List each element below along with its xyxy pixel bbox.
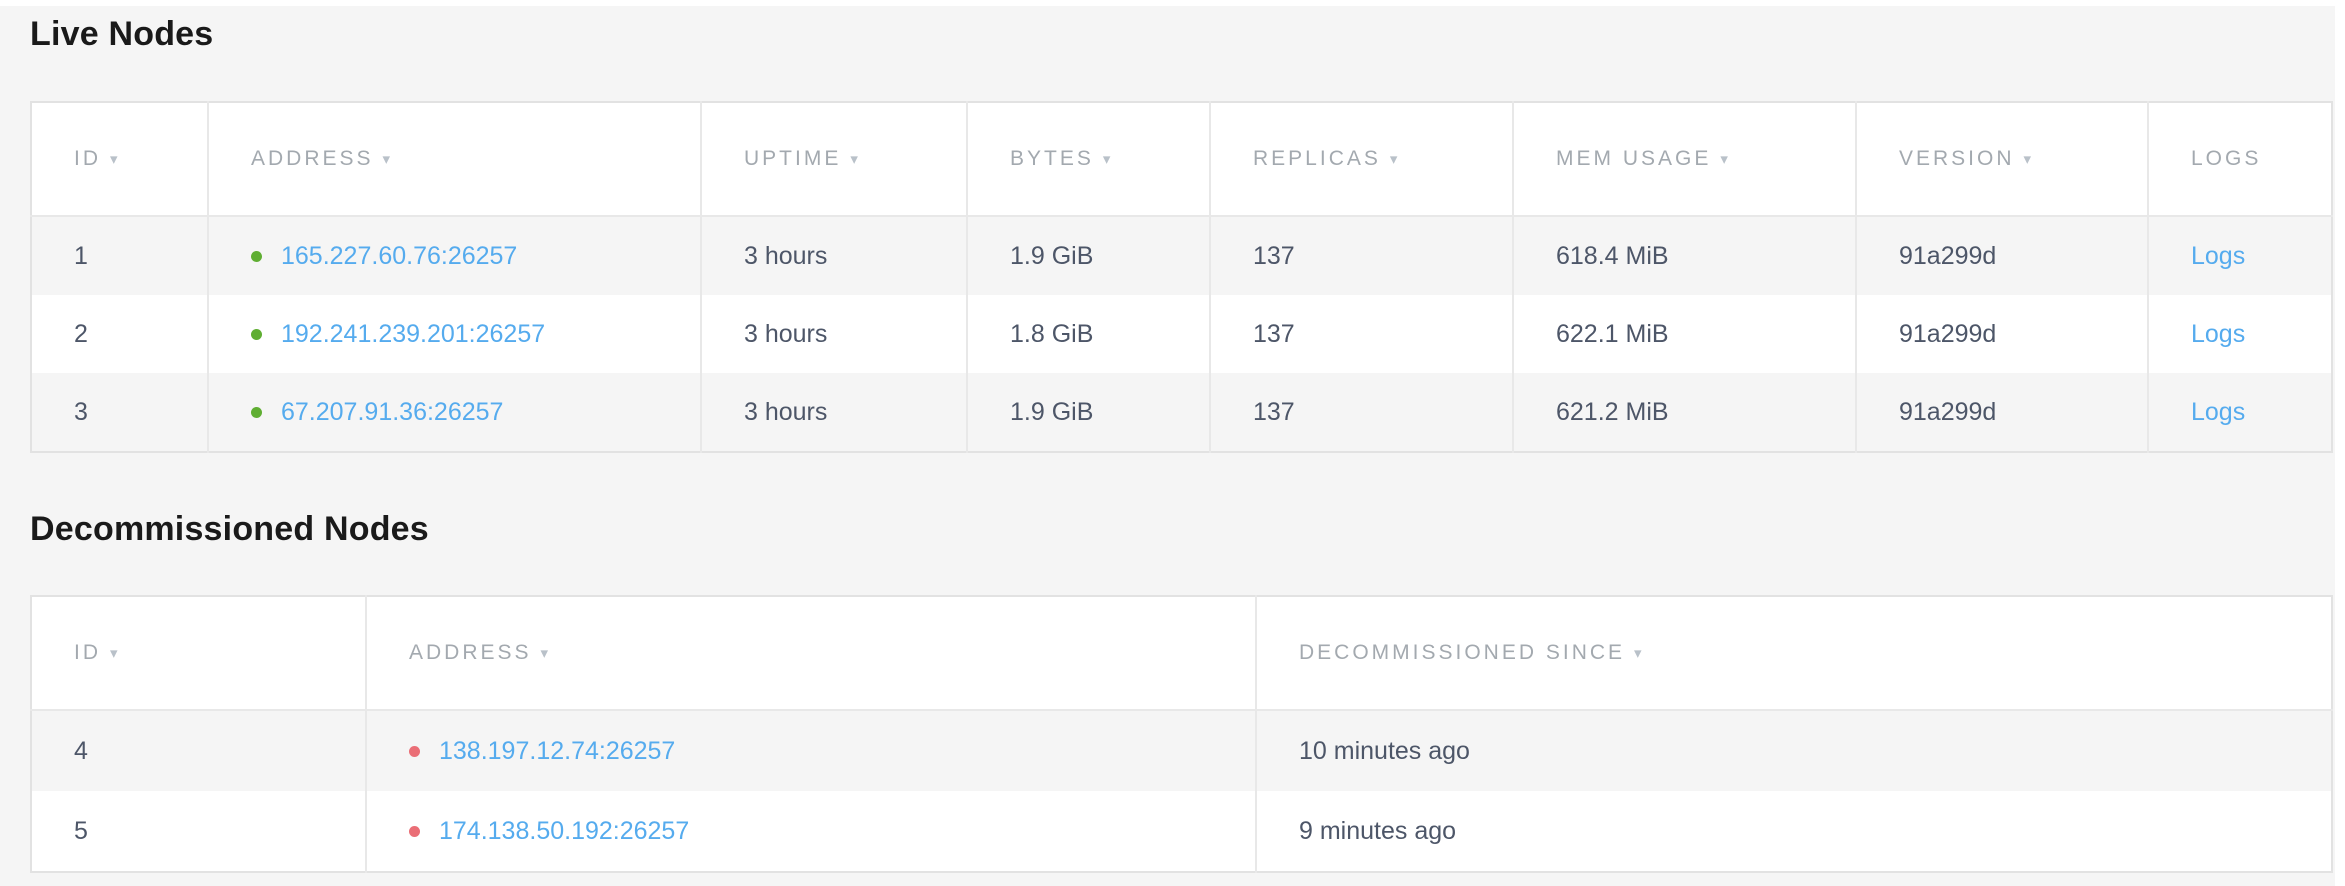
column-header-address[interactable]: ADDRESS ▾ xyxy=(366,596,1256,710)
column-label: ID xyxy=(74,641,101,664)
column-label: ID xyxy=(74,147,101,170)
live-nodes-table: ID ▾ ADDRESS ▾ UPTIME ▾ BYTES ▾ REPLICAS ▾ ME… xyxy=(30,101,2333,453)
node-live-status-icon xyxy=(251,407,262,418)
sort-arrow-icon: ▾ xyxy=(110,151,118,168)
sort-arrow-icon: ▾ xyxy=(1390,151,1398,168)
decommissioned-node-row: 5 174.138.50.192:26257 9 minutes ago xyxy=(31,791,2332,872)
node-address-cell: 174.138.50.192:26257 xyxy=(366,791,1256,872)
node-logs-cell: Logs xyxy=(2148,373,2332,452)
node-id-cell: 1 xyxy=(31,216,208,295)
node-address-cell: 165.227.60.76:26257 xyxy=(208,216,701,295)
node-bytes-cell: 1.9 GiB xyxy=(967,216,1210,295)
node-replicas-cell: 137 xyxy=(1210,373,1513,452)
node-address-link[interactable]: 138.197.12.74:26257 xyxy=(439,737,675,765)
sort-arrow-icon: ▾ xyxy=(1720,151,1728,168)
logs-link[interactable]: Logs xyxy=(2191,320,2245,348)
column-label: BYTES xyxy=(1010,147,1094,170)
column-label: REPLICAS xyxy=(1253,147,1381,170)
node-id-cell: 3 xyxy=(31,373,208,452)
decommissioned-nodes-table: ID ▾ ADDRESS ▾ DECOMMISSIONED SINCE ▾ 4 138… xyxy=(30,595,2333,873)
live-table-header-row: ID ▾ ADDRESS ▾ UPTIME ▾ BYTES ▾ REPLICAS ▾ ME… xyxy=(31,102,2332,216)
node-version-cell: 91a299d xyxy=(1856,216,2148,295)
column-header-id[interactable]: ID ▾ xyxy=(31,102,208,216)
node-version-cell: 91a299d xyxy=(1856,373,2148,452)
logs-link[interactable]: Logs xyxy=(2191,242,2245,270)
column-label: ADDRESS xyxy=(409,641,532,664)
node-live-status-icon xyxy=(251,251,262,262)
node-replicas-cell: 137 xyxy=(1210,216,1513,295)
node-id-cell: 2 xyxy=(31,295,208,373)
sort-arrow-icon: ▾ xyxy=(2024,151,2032,168)
decommissioned-table-header-row: ID ▾ ADDRESS ▾ DECOMMISSIONED SINCE ▾ xyxy=(31,596,2332,710)
node-mem-usage-cell: 618.4 MiB xyxy=(1513,216,1856,295)
sort-arrow-icon: ▾ xyxy=(850,151,858,168)
node-address-link[interactable]: 174.138.50.192:26257 xyxy=(439,817,689,845)
node-bytes-cell: 1.9 GiB xyxy=(967,373,1210,452)
node-address-cell: 138.197.12.74:26257 xyxy=(366,710,1256,791)
column-header-version[interactable]: VERSION ▾ xyxy=(1856,102,2148,216)
column-header-mem-usage[interactable]: MEM USAGE ▾ xyxy=(1513,102,1856,216)
column-header-id[interactable]: ID ▾ xyxy=(31,596,366,710)
node-address-link[interactable]: 67.207.91.36:26257 xyxy=(281,398,503,426)
node-mem-usage-cell: 622.1 MiB xyxy=(1513,295,1856,373)
node-decommissioned-since-cell: 9 minutes ago xyxy=(1256,791,2332,872)
decommissioned-nodes-title: Decommissioned Nodes xyxy=(30,509,2335,549)
logs-link[interactable]: Logs xyxy=(2191,398,2245,426)
node-mem-usage-cell: 621.2 MiB xyxy=(1513,373,1856,452)
column-label: ADDRESS xyxy=(251,147,374,170)
node-decommissioned-status-icon xyxy=(409,746,420,757)
column-header-address[interactable]: ADDRESS ▾ xyxy=(208,102,701,216)
live-nodes-title: Live Nodes xyxy=(30,6,2335,54)
node-uptime-cell: 3 hours xyxy=(701,216,967,295)
column-header-logs: LOGS xyxy=(2148,102,2332,216)
node-logs-cell: Logs xyxy=(2148,216,2332,295)
node-address-link[interactable]: 165.227.60.76:26257 xyxy=(281,242,517,270)
decommissioned-node-row: 4 138.197.12.74:26257 10 minutes ago xyxy=(31,710,2332,791)
column-header-uptime[interactable]: UPTIME ▾ xyxy=(701,102,967,216)
node-address-link[interactable]: 192.241.239.201:26257 xyxy=(281,320,545,348)
sort-arrow-icon: ▾ xyxy=(383,151,391,168)
live-node-row: 1 165.227.60.76:26257 3 hours 1.9 GiB 13… xyxy=(31,216,2332,295)
column-header-bytes[interactable]: BYTES ▾ xyxy=(967,102,1210,216)
node-logs-cell: Logs xyxy=(2148,295,2332,373)
sort-arrow-icon: ▾ xyxy=(1634,645,1642,662)
column-label: UPTIME xyxy=(744,147,841,170)
column-label: MEM USAGE xyxy=(1556,147,1711,170)
nodes-page-content: Live Nodes ID ▾ ADDRESS ▾ UPTIME ▾ BYTES ▾ R… xyxy=(30,6,2335,873)
node-live-status-icon xyxy=(251,329,262,340)
node-address-cell: 192.241.239.201:26257 xyxy=(208,295,701,373)
node-version-cell: 91a299d xyxy=(1856,295,2148,373)
column-label: DECOMMISSIONED SINCE xyxy=(1299,641,1625,664)
sort-arrow-icon: ▾ xyxy=(541,645,549,662)
sort-arrow-icon: ▾ xyxy=(110,645,118,662)
sort-arrow-icon: ▾ xyxy=(1103,151,1111,168)
node-uptime-cell: 3 hours xyxy=(701,373,967,452)
node-decommissioned-status-icon xyxy=(409,826,420,837)
live-node-row: 2 192.241.239.201:26257 3 hours 1.8 GiB … xyxy=(31,295,2332,373)
node-address-cell: 67.207.91.36:26257 xyxy=(208,373,701,452)
column-header-replicas[interactable]: REPLICAS ▾ xyxy=(1210,102,1513,216)
node-id-cell: 4 xyxy=(31,710,366,791)
node-replicas-cell: 137 xyxy=(1210,295,1513,373)
column-header-decommissioned-since[interactable]: DECOMMISSIONED SINCE ▾ xyxy=(1256,596,2332,710)
node-bytes-cell: 1.8 GiB xyxy=(967,295,1210,373)
node-uptime-cell: 3 hours xyxy=(701,295,967,373)
node-decommissioned-since-cell: 10 minutes ago xyxy=(1256,710,2332,791)
column-label: LOGS xyxy=(2191,147,2261,170)
live-node-row: 3 67.207.91.36:26257 3 hours 1.9 GiB 137… xyxy=(31,373,2332,452)
node-id-cell: 5 xyxy=(31,791,366,872)
nodes-page-panel: Live Nodes ID ▾ ADDRESS ▾ UPTIME ▾ BYTES ▾ R… xyxy=(0,6,2335,886)
column-label: VERSION xyxy=(1899,147,2015,170)
